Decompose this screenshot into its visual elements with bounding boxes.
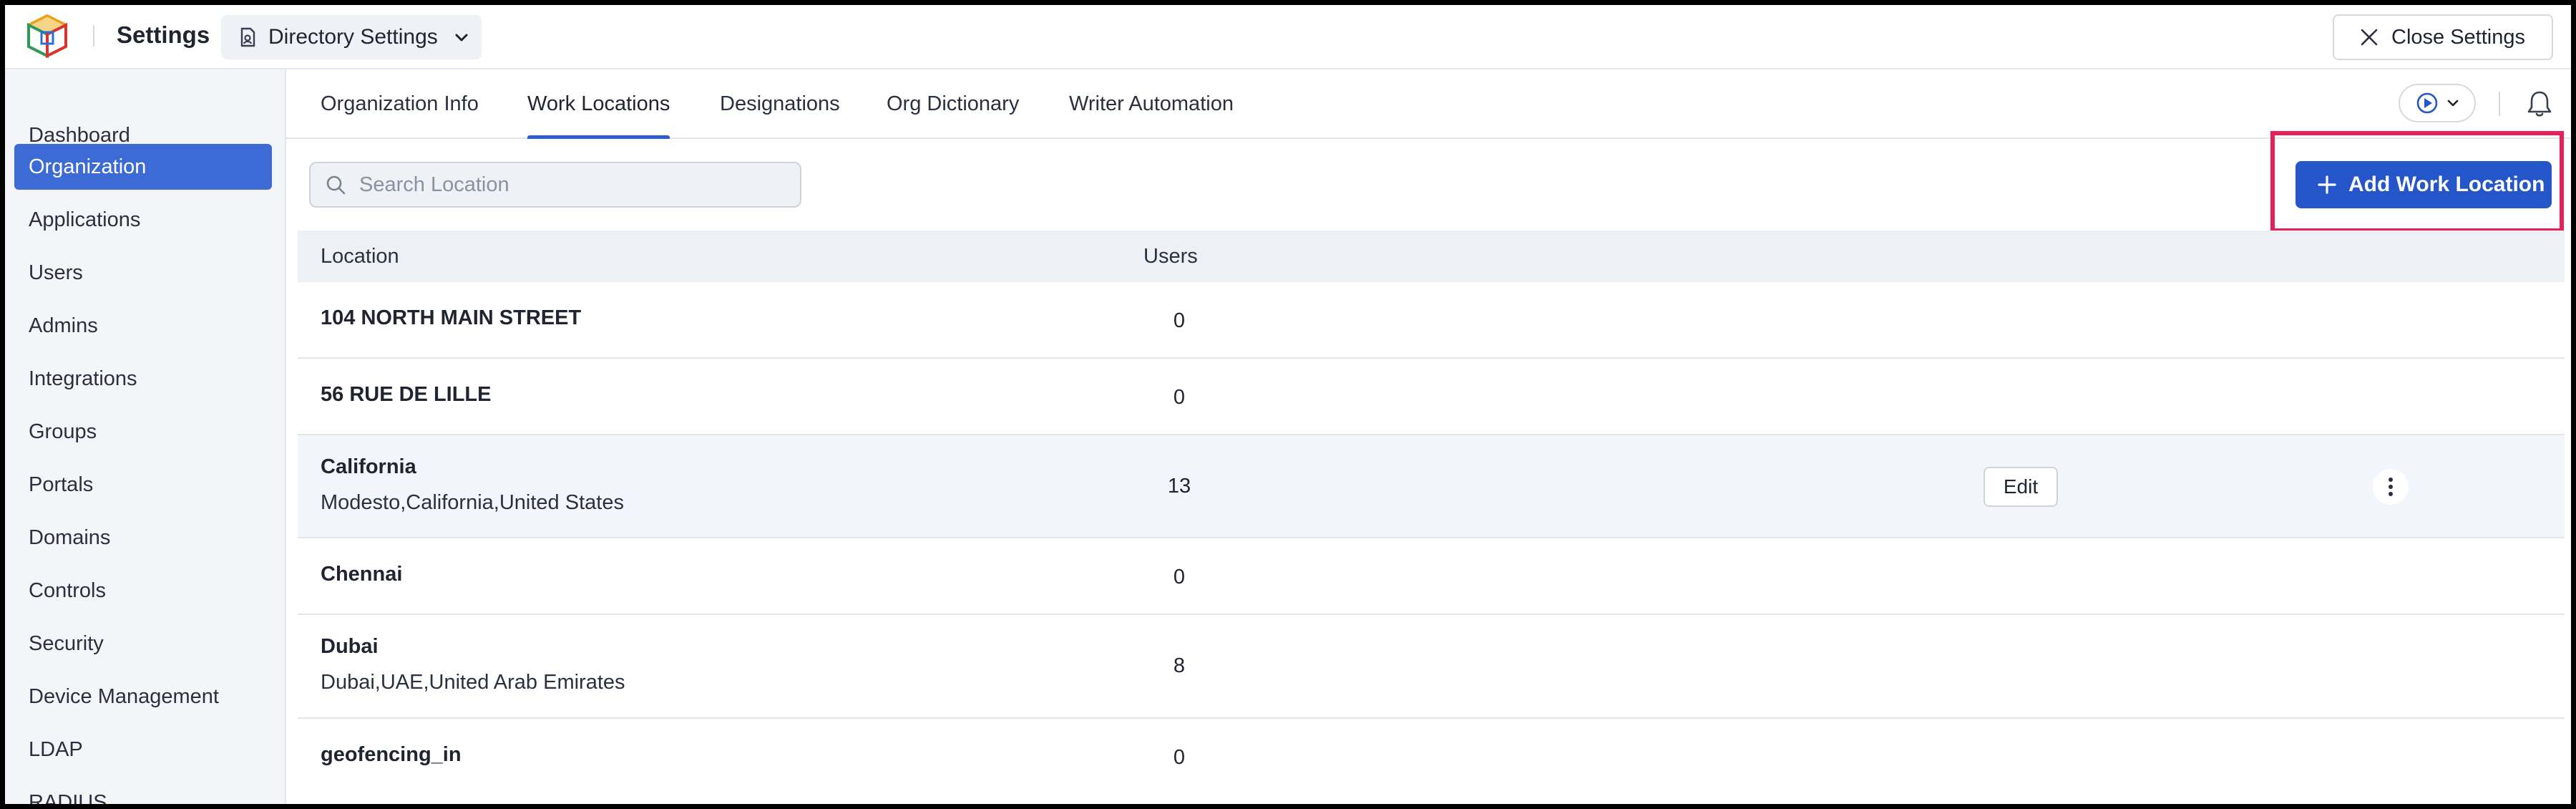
search-icon	[326, 175, 346, 195]
tab-label: Work Locations	[527, 92, 670, 115]
table-row[interactable]: geofencing_in 0	[298, 719, 2565, 795]
sidebar-item-users[interactable]: Users	[14, 250, 272, 296]
sidebar-item-device-management[interactable]: Device Management	[14, 674, 272, 720]
chevron-down-icon	[2447, 100, 2459, 107]
sidebar-item-controls[interactable]: Controls	[14, 568, 272, 614]
location-name: geofencing_in	[321, 743, 462, 766]
close-settings-label: Close Settings	[2391, 25, 2525, 49]
location-address: Modesto,California,United States	[321, 491, 624, 514]
directory-icon	[240, 27, 255, 47]
location-name: Dubai	[321, 635, 379, 658]
sidebar-item-ldap[interactable]: LDAP	[14, 727, 272, 772]
table-row[interactable]: Dubai Dubai,UAE,United Arab Emirates 8	[298, 615, 2565, 719]
user-count: 13	[1167, 475, 1191, 498]
chevron-down-icon	[455, 34, 468, 42]
close-icon	[2361, 29, 2378, 46]
table-row[interactable]: 56 RUE DE LILLE 0	[298, 359, 2565, 435]
table-header: Location Users	[298, 231, 2565, 282]
sidebar: Dashboard Organization Applications User…	[0, 69, 286, 809]
sidebar-item-applications[interactable]: Applications	[14, 197, 272, 243]
sidebar-item-domains[interactable]: Domains	[14, 515, 272, 561]
bell-icon[interactable]	[2526, 89, 2553, 118]
location-name: Chennai	[321, 563, 403, 586]
tab-label: Org Dictionary	[887, 92, 1020, 115]
location-name: 56 RUE DE LILLE	[321, 383, 492, 406]
sidebar-item-radius[interactable]: RADIUS	[14, 780, 272, 809]
row-more-button[interactable]	[2373, 469, 2409, 505]
user-count: 0	[1173, 566, 1186, 588]
play-demo-icon	[2416, 92, 2438, 114]
location-name: California	[321, 455, 416, 478]
app-title: Settings	[117, 21, 210, 48]
add-work-location-label: Add Work Location	[2348, 173, 2545, 196]
location-name: 104 NORTH MAIN STREET	[321, 306, 582, 329]
tab-work-locations[interactable]: Work Locations	[527, 69, 670, 139]
user-count: 0	[1173, 746, 1186, 769]
demo-video-dropdown[interactable]	[2399, 84, 2476, 122]
sidebar-item-organization[interactable]: Organization	[14, 144, 272, 190]
sidebar-item-admins[interactable]: Admins	[14, 303, 272, 349]
tab-organization-info[interactable]: Organization Info	[321, 69, 479, 139]
tab-designations[interactable]: Designations	[720, 69, 840, 139]
close-settings-button[interactable]: Close Settings	[2333, 14, 2553, 60]
column-header-location: Location	[321, 244, 399, 268]
table-row[interactable]: Chennai 0	[298, 538, 2565, 615]
tab-label: Organization Info	[321, 92, 479, 115]
search-input[interactable]	[359, 173, 789, 197]
top-bar: Settings Directory Settings Close Settin…	[0, 0, 2576, 69]
tab-bar: Organization Info Work Locations Designa…	[286, 69, 2576, 139]
tab-label: Designations	[720, 92, 840, 115]
table-row[interactable]: California Modesto,California,United Sta…	[298, 435, 2565, 538]
plus-icon	[2318, 175, 2336, 194]
directory-settings-dropdown[interactable]: Directory Settings	[221, 15, 482, 59]
sidebar-item-integrations[interactable]: Integrations	[14, 356, 272, 402]
active-tab-indicator	[527, 135, 670, 139]
tab-label: Writer Automation	[1069, 92, 1234, 115]
directory-settings-label: Directory Settings	[268, 25, 438, 49]
user-count: 0	[1173, 386, 1186, 409]
tab-writer-automation[interactable]: Writer Automation	[1069, 69, 1234, 139]
title-divider	[93, 25, 94, 47]
cube-logo-icon[interactable]	[26, 14, 69, 58]
edit-button[interactable]: Edit	[1984, 467, 2058, 507]
sidebar-item-portals[interactable]: Portals	[14, 462, 272, 508]
column-header-users: Users	[1143, 244, 1198, 268]
user-count: 0	[1173, 309, 1186, 332]
table-row[interactable]: 104 NORTH MAIN STREET 0	[298, 282, 2565, 359]
sidebar-item-groups[interactable]: Groups	[14, 409, 272, 455]
more-vertical-icon	[2389, 478, 2393, 496]
add-work-location-button[interactable]: Add Work Location	[2296, 161, 2552, 208]
search-location-field[interactable]	[309, 162, 801, 208]
tab-org-dictionary[interactable]: Org Dictionary	[887, 69, 1019, 139]
sidebar-item-security[interactable]: Security	[14, 621, 272, 667]
location-address: Dubai,UAE,United Arab Emirates	[321, 671, 625, 694]
user-count: 8	[1173, 654, 1186, 677]
tabs-divider	[2499, 92, 2500, 116]
